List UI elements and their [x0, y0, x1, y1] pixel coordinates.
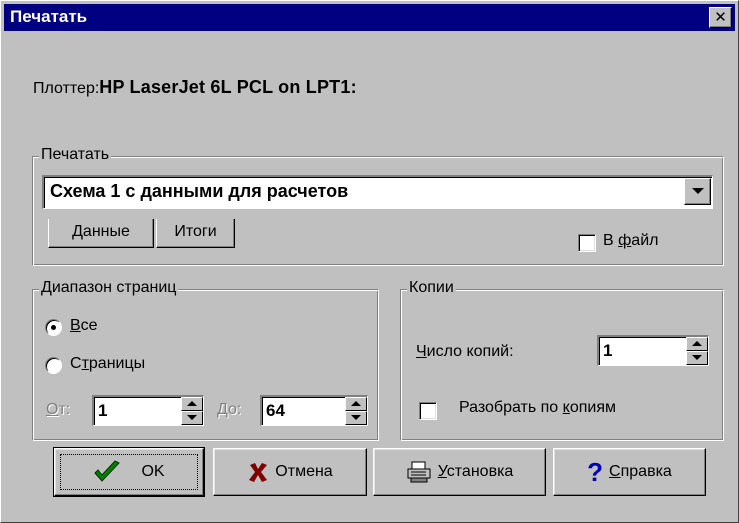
from-spinner[interactable]: 1	[92, 395, 204, 426]
to-spin-up[interactable]	[345, 397, 367, 411]
copies-legend: Копии	[407, 279, 456, 297]
to-spinner-buttons	[345, 397, 367, 425]
close-button[interactable]: ✕	[709, 7, 732, 28]
radio-all-dot	[51, 325, 56, 330]
cancel-label: Отмена	[275, 463, 333, 480]
collate-checkbox[interactable]	[419, 402, 437, 420]
help-button[interactable]: ? Справка	[553, 448, 706, 496]
tab-totals-label: Итоги	[174, 223, 217, 240]
dropdown-button[interactable]	[684, 178, 711, 205]
copies-value: 1	[603, 341, 613, 360]
arrow-down-icon	[187, 415, 197, 420]
chevron-down-icon	[692, 188, 704, 194]
arrow-up-icon	[187, 401, 197, 406]
to-file-checkbox[interactable]	[578, 234, 596, 252]
collate-label[interactable]: Разобрать по копиям	[459, 399, 616, 417]
cancel-button[interactable]: Отмена	[213, 448, 367, 496]
close-icon: ✕	[714, 9, 727, 26]
help-label: Справка	[609, 463, 672, 480]
plotter-label: Плоттер:	[33, 80, 100, 97]
arrow-up-icon	[692, 341, 702, 346]
to-file-label[interactable]: В файл	[603, 232, 658, 250]
tab-data[interactable]: Данные	[48, 219, 154, 248]
arrow-down-icon	[692, 355, 702, 360]
tab-data-label: Данные	[72, 223, 130, 240]
dialog-title: Печатать	[10, 7, 88, 26]
copies-count-label: Число копий:	[416, 343, 514, 360]
to-spinner[interactable]: 64	[260, 395, 368, 426]
copies-spin-down[interactable]	[686, 351, 708, 365]
print-dialog: Печатать ✕ Плоттер:HP LaserJet 6L PCL on…	[0, 0, 739, 523]
plotter-value: HP LaserJet 6L PCL on LPT1:	[99, 77, 357, 97]
from-spin-up[interactable]	[181, 397, 203, 411]
radio-pages-label[interactable]: Страницы	[70, 355, 145, 373]
plotter-row: Плоттер:HP LaserJet 6L PCL on LPT1:	[33, 77, 357, 98]
from-value: 1	[98, 401, 108, 420]
ok-button[interactable]: OK	[53, 447, 205, 497]
ok-label: OK	[141, 463, 165, 480]
copies-spin-up[interactable]	[686, 337, 708, 351]
tab-totals[interactable]: Итоги	[156, 219, 235, 248]
x-icon	[247, 461, 269, 483]
copies-spinner-buttons	[686, 337, 708, 365]
arrow-up-icon	[351, 401, 361, 406]
setup-label: Установка	[437, 463, 514, 480]
from-label: От:	[46, 401, 71, 418]
print-content-value: Схема 1 с данными для расчетов	[50, 181, 349, 201]
to-label: До:	[217, 401, 242, 418]
to-spin-down[interactable]	[345, 411, 367, 425]
question-icon: ?	[587, 457, 604, 487]
to-value: 64	[266, 401, 285, 420]
print-content-select[interactable]: Схема 1 с данными для расчетов	[42, 175, 713, 209]
radio-all[interactable]	[45, 319, 62, 336]
radio-pages[interactable]	[45, 357, 62, 374]
copies-spinner[interactable]: 1	[597, 335, 709, 366]
printer-icon	[406, 460, 432, 484]
radio-all-label[interactable]: Все	[70, 317, 98, 335]
from-spinner-buttons	[181, 397, 203, 425]
title-bar[interactable]: Печатать ✕	[4, 4, 735, 31]
print-group-legend: Печатать	[39, 146, 112, 164]
from-spin-down[interactable]	[181, 411, 203, 425]
focus-rect	[60, 454, 198, 490]
page-range-legend: Диапазон страниц	[39, 279, 179, 297]
setup-button[interactable]: Установка	[373, 448, 546, 496]
check-icon	[93, 460, 121, 484]
arrow-down-icon	[351, 415, 361, 420]
